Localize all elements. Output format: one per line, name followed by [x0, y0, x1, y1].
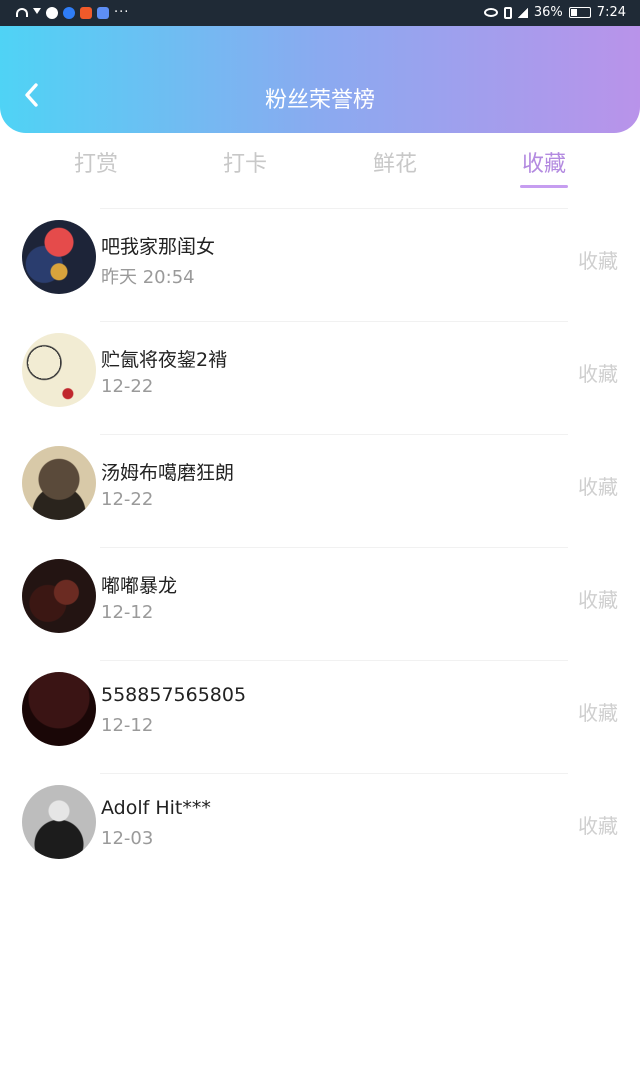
row-divider	[100, 208, 568, 209]
list-item[interactable]: Adolf Hit*** 12-03 收藏	[0, 773, 640, 886]
app-s-icon	[80, 6, 92, 19]
user-name: 嘟嘟暴龙	[101, 575, 178, 597]
favorite-label: 收藏	[578, 588, 618, 612]
favorite-label: 收藏	[578, 362, 618, 386]
header-bar: ··· 36% 7:24 粉丝荣誉榜	[0, 0, 640, 133]
page-title: 粉丝荣誉榜	[264, 88, 375, 113]
fan-list: 吧我家那闺女 昨天 20:54 收藏 贮氤将夜鋆2褙 12-22 收藏 汤姆布噶…	[0, 208, 640, 886]
avatar[interactable]	[22, 672, 96, 746]
row-divider	[100, 773, 568, 774]
avatar[interactable]	[22, 220, 96, 294]
avatar[interactable]	[22, 559, 96, 633]
status-icons-left: ···	[16, 5, 129, 20]
tab-reward[interactable]: 打赏	[74, 146, 118, 178]
avatar[interactable]	[22, 333, 96, 407]
favorite-label: 收藏	[578, 475, 618, 499]
tab-bar: 打赏 打卡 鲜花 收藏	[0, 140, 640, 190]
user-date: 12-12	[101, 715, 154, 736]
list-item[interactable]: 汤姆布噶磨狂朗 12-22 收藏	[0, 434, 640, 547]
location-icon	[63, 6, 75, 19]
user-date: 12-22	[101, 376, 154, 397]
row-divider	[100, 321, 568, 322]
list-item[interactable]: 吧我家那闺女 昨天 20:54 收藏	[0, 208, 640, 321]
user-name: 558857565805	[101, 684, 247, 706]
status-bar: ··· 36% 7:24	[0, 0, 640, 26]
avatar[interactable]	[22, 785, 96, 859]
avatar[interactable]	[22, 446, 96, 520]
user-date: 12-03	[101, 828, 154, 849]
tab-favorites[interactable]: 收藏	[522, 146, 566, 178]
battery-icon	[568, 7, 591, 18]
battery-percent: 36%	[533, 5, 563, 20]
hourglass-icon	[33, 7, 41, 14]
favorite-label: 收藏	[578, 701, 618, 725]
app-square-icon	[97, 6, 109, 19]
list-item[interactable]: 贮氤将夜鋆2褙 12-22 收藏	[0, 321, 640, 434]
row-divider	[100, 660, 568, 661]
list-item[interactable]: 嘟嘟暴龙 12-12 收藏	[0, 547, 640, 660]
user-date: 12-12	[101, 602, 154, 623]
user-name: Adolf Hit***	[101, 797, 211, 819]
row-divider	[100, 547, 568, 548]
favorite-label: 收藏	[578, 814, 618, 838]
favorite-label: 收藏	[578, 249, 618, 273]
wechat-icon	[46, 6, 58, 19]
tab-checkin[interactable]: 打卡	[223, 146, 267, 178]
user-date: 昨天 20:54	[101, 267, 195, 288]
tab-flowers[interactable]: 鲜花	[373, 146, 417, 178]
wifi-icon	[16, 8, 28, 17]
user-name: 贮氤将夜鋆2褙	[101, 349, 228, 371]
user-name: 汤姆布噶磨狂朗	[101, 462, 235, 484]
more-notifications-icon: ···	[114, 5, 130, 20]
list-item[interactable]: 558857565805 12-12 收藏	[0, 660, 640, 773]
user-date: 12-22	[101, 489, 154, 510]
user-name: 吧我家那闺女	[101, 236, 216, 258]
status-icons-right: 36% 7:24	[483, 5, 626, 20]
tab-active-indicator	[520, 185, 568, 188]
clock: 7:24	[596, 5, 626, 20]
vibrate-icon	[503, 6, 512, 19]
row-divider	[100, 434, 568, 435]
eye-icon	[483, 8, 498, 17]
signal-icon	[517, 7, 528, 18]
